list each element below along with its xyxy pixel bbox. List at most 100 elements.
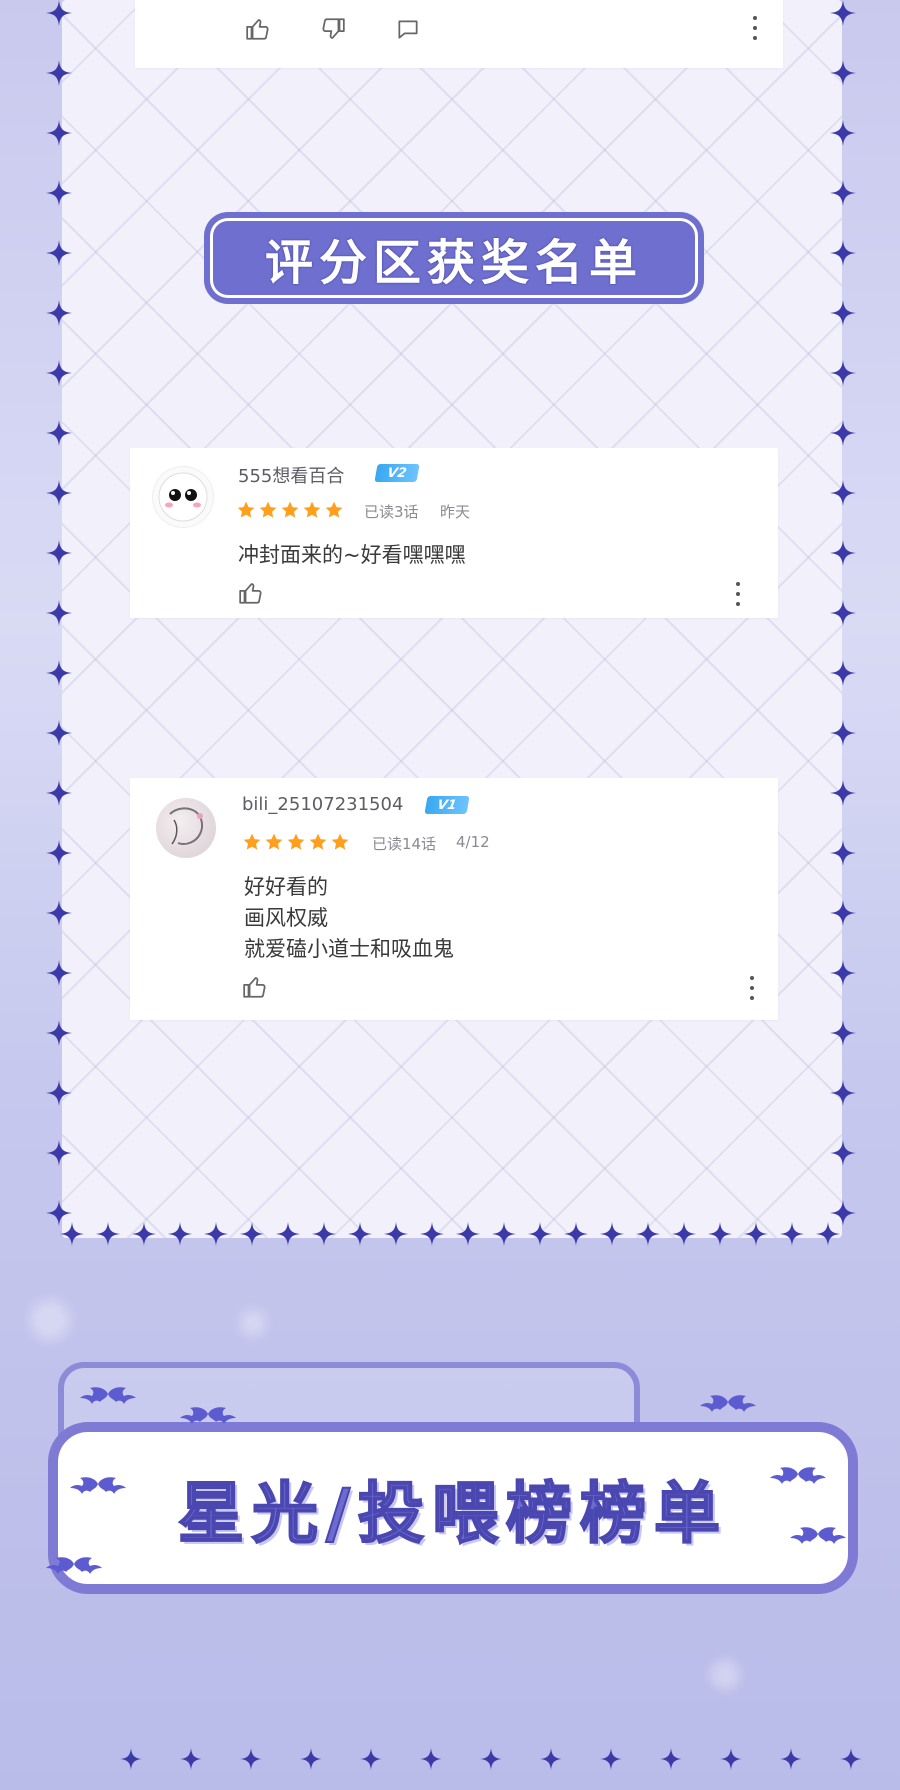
read-progress: 已读3话 — [364, 503, 419, 521]
star-icon — [331, 833, 349, 850]
bat-icon — [180, 1407, 236, 1424]
star-icon — [265, 833, 283, 850]
sparkle-star-icon — [46, 960, 72, 986]
sparkle-star-icon — [46, 300, 72, 326]
sparkle-star-icon — [312, 1222, 336, 1246]
sparkle-star-icon — [46, 360, 72, 386]
comment-card: 555想看百合 V2 已读3话 昨天 冲封面来的~好看嘿嘿嘿 — [130, 448, 778, 618]
sparkle-star-icon — [46, 480, 72, 506]
right-star-border — [826, 0, 862, 1280]
sparkle-star-icon — [720, 1748, 742, 1770]
username[interactable]: bili_25107231504 — [242, 794, 403, 815]
avatar[interactable] — [156, 798, 216, 858]
bat-icon — [46, 1557, 102, 1574]
sparkle-star-icon — [708, 1222, 732, 1246]
sparkle-star-icon — [46, 0, 72, 26]
sparkle-star-icon — [96, 1222, 120, 1246]
level-badge: V2 — [374, 464, 420, 482]
sparkle-star-icon — [830, 300, 856, 326]
bat-icon — [790, 1527, 846, 1544]
sparkle-star-icon — [480, 1748, 502, 1770]
background-sparkle — [30, 1300, 70, 1340]
bat-icon — [80, 1387, 136, 1404]
star-icon — [287, 833, 305, 850]
sparkle-star-icon — [840, 1748, 862, 1770]
top-comment-card — [135, 0, 783, 68]
section-title-banner: 评分区获奖名单 — [204, 212, 704, 304]
sparkle-star-icon — [744, 1222, 768, 1246]
sparkle-star-icon — [46, 840, 72, 866]
sparkle-star-icon — [780, 1748, 802, 1770]
sparkle-star-icon — [830, 840, 856, 866]
sparkle-star-icon — [46, 1080, 72, 1106]
sparkle-star-icon — [660, 1748, 682, 1770]
section-title: 评分区获奖名单 — [264, 235, 643, 291]
sparkle-star-icon — [528, 1222, 552, 1246]
comment-text: 冲封面来的~好看嘿嘿嘿 — [238, 543, 466, 567]
sparkle-star-icon — [830, 360, 856, 386]
thumbs-up-icon[interactable] — [238, 580, 264, 606]
sparkle-star-icon — [830, 120, 856, 146]
sparkle-star-icon — [830, 60, 856, 86]
sparkle-star-icon — [420, 1222, 444, 1246]
sparkle-star-icon — [816, 1222, 840, 1246]
sparkle-star-icon — [540, 1748, 562, 1770]
star-icon — [259, 501, 277, 518]
sparkle-star-icon — [830, 240, 856, 266]
banner-front-frame: 星光/投喂榜榜单 — [48, 1422, 858, 1594]
sparkle-star-icon — [830, 720, 856, 746]
thumbs-up-icon[interactable] — [242, 974, 268, 1000]
bat-icon — [70, 1477, 126, 1494]
comment-text: 好好看的 画风权威 就爱磕小道士和吸血鬼 — [244, 875, 454, 961]
thumbs-down-icon[interactable] — [320, 16, 346, 42]
sparkle-star-icon — [46, 900, 72, 926]
sparkle-star-icon — [636, 1222, 660, 1246]
sparkle-star-icon — [46, 120, 72, 146]
page-bottom-star-border — [120, 1748, 880, 1778]
left-star-border — [46, 0, 82, 1240]
sparkle-star-icon — [46, 600, 72, 626]
sparkle-star-icon — [830, 420, 856, 446]
star-icon — [309, 833, 327, 850]
star-icon — [325, 501, 343, 518]
sparkle-star-icon — [830, 660, 856, 686]
sparkle-star-icon — [276, 1222, 300, 1246]
sparkle-star-icon — [830, 900, 856, 926]
more-vertical-icon[interactable] — [751, 16, 759, 40]
star-rating — [236, 500, 344, 520]
thumbs-up-icon[interactable] — [245, 16, 271, 42]
sparkle-star-icon — [600, 1222, 624, 1246]
star-rating — [242, 832, 350, 852]
sparkle-star-icon — [120, 1748, 142, 1770]
sparkle-star-icon — [830, 180, 856, 206]
comment-card: bili_25107231504 V1 已读14话 4/12 好好看的 画风权威… — [130, 778, 778, 1020]
sparkle-star-icon — [780, 1222, 804, 1246]
star-icon — [303, 501, 321, 518]
sparkle-star-icon — [46, 1140, 72, 1166]
sparkle-star-icon — [830, 1020, 856, 1046]
sparkle-star-icon — [204, 1222, 228, 1246]
username[interactable]: 555想看百合 — [238, 462, 344, 488]
more-vertical-icon[interactable] — [748, 976, 756, 1000]
sparkle-star-icon — [830, 1080, 856, 1106]
sparkle-star-icon — [672, 1222, 696, 1246]
read-progress: 已读14话 — [372, 835, 437, 853]
sparkle-star-icon — [46, 60, 72, 86]
sparkle-star-icon — [46, 180, 72, 206]
sparkle-star-icon — [180, 1748, 202, 1770]
more-vertical-icon[interactable] — [734, 582, 742, 606]
sparkle-star-icon — [830, 780, 856, 806]
comment-icon[interactable] — [395, 16, 421, 42]
avatar[interactable] — [152, 466, 214, 528]
sparkle-star-icon — [830, 0, 856, 26]
star-icon — [237, 501, 255, 518]
bottom-star-border — [60, 1222, 840, 1252]
bottom-banner: 星光/投喂榜榜单 — [46, 1362, 858, 1612]
sparkle-star-icon — [830, 960, 856, 986]
sparkle-star-icon — [60, 1222, 84, 1246]
sparkle-star-icon — [132, 1222, 156, 1246]
content-panel — [62, 0, 842, 1238]
bottom-banner-title: 星光/投喂榜榜单 — [177, 1474, 729, 1553]
sparkle-star-icon — [240, 1748, 262, 1770]
bat-icon — [700, 1395, 756, 1412]
